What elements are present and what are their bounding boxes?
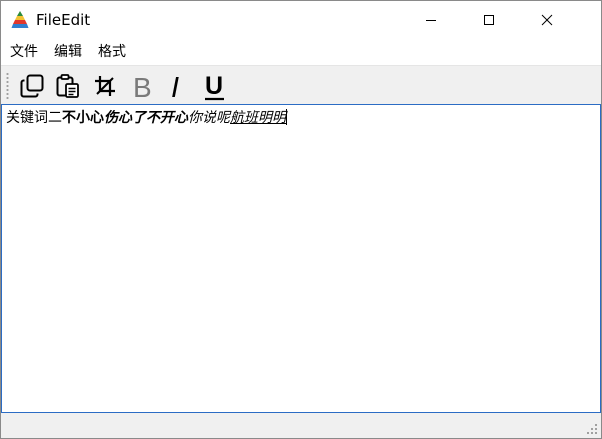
minimize-button[interactable] xyxy=(408,1,454,39)
maximize-button[interactable] xyxy=(466,1,512,39)
window-title: FileEdit xyxy=(36,11,91,29)
text-editor[interactable]: 关键词二不小心伤心了不开心你说呢航班明明 xyxy=(1,104,601,413)
bold-icon: B xyxy=(133,72,152,101)
svg-text:B: B xyxy=(133,72,152,101)
italic-icon: I xyxy=(171,72,179,101)
svg-text:U: U xyxy=(205,72,223,100)
crop-button[interactable] xyxy=(88,69,122,103)
italic-button[interactable]: I xyxy=(162,69,196,103)
pyramid-app-icon xyxy=(11,10,29,30)
paste-button[interactable] xyxy=(51,69,85,103)
bold-button[interactable]: B xyxy=(125,69,159,103)
copy-icon xyxy=(20,74,44,98)
menu-edit[interactable]: 编辑 xyxy=(46,39,90,65)
text-segment-italic-underline: 航班明明 xyxy=(230,110,286,126)
close-button[interactable] xyxy=(524,1,570,39)
text-segment-italic: 你说呢 xyxy=(188,110,230,126)
text-segment-bold-italic: 伤心了不开心 xyxy=(104,110,188,126)
text-segment-plain: 关键词二 xyxy=(6,110,62,126)
status-bar xyxy=(1,413,601,438)
menu-format[interactable]: 格式 xyxy=(90,39,134,65)
menu-file[interactable]: 文件 xyxy=(1,39,46,65)
resize-grip-icon[interactable] xyxy=(586,423,598,435)
text-segment-bold: 不小心 xyxy=(62,110,104,126)
crop-icon xyxy=(95,76,115,96)
toolbar: B I U xyxy=(1,65,601,105)
paste-icon xyxy=(56,74,79,98)
close-icon xyxy=(541,14,553,26)
underline-button[interactable]: U xyxy=(198,69,232,103)
toolbar-grip[interactable] xyxy=(6,72,9,100)
maximize-icon xyxy=(484,15,494,25)
copy-button[interactable] xyxy=(15,69,49,103)
menu-bar: 文件 编辑 格式 xyxy=(1,39,601,65)
svg-text:I: I xyxy=(171,72,179,101)
text-caret xyxy=(286,109,287,125)
editor-text-line[interactable]: 关键词二不小心伤心了不开心你说呢航班明明 xyxy=(6,109,287,127)
minimize-icon xyxy=(426,20,436,21)
title-bar[interactable]: FileEdit xyxy=(1,1,601,39)
fileedit-window: FileEdit 文件 编辑 格式 B I U 关键词二不小心伤心了不开心你说呢… xyxy=(0,0,602,439)
underline-icon: U xyxy=(205,72,224,101)
